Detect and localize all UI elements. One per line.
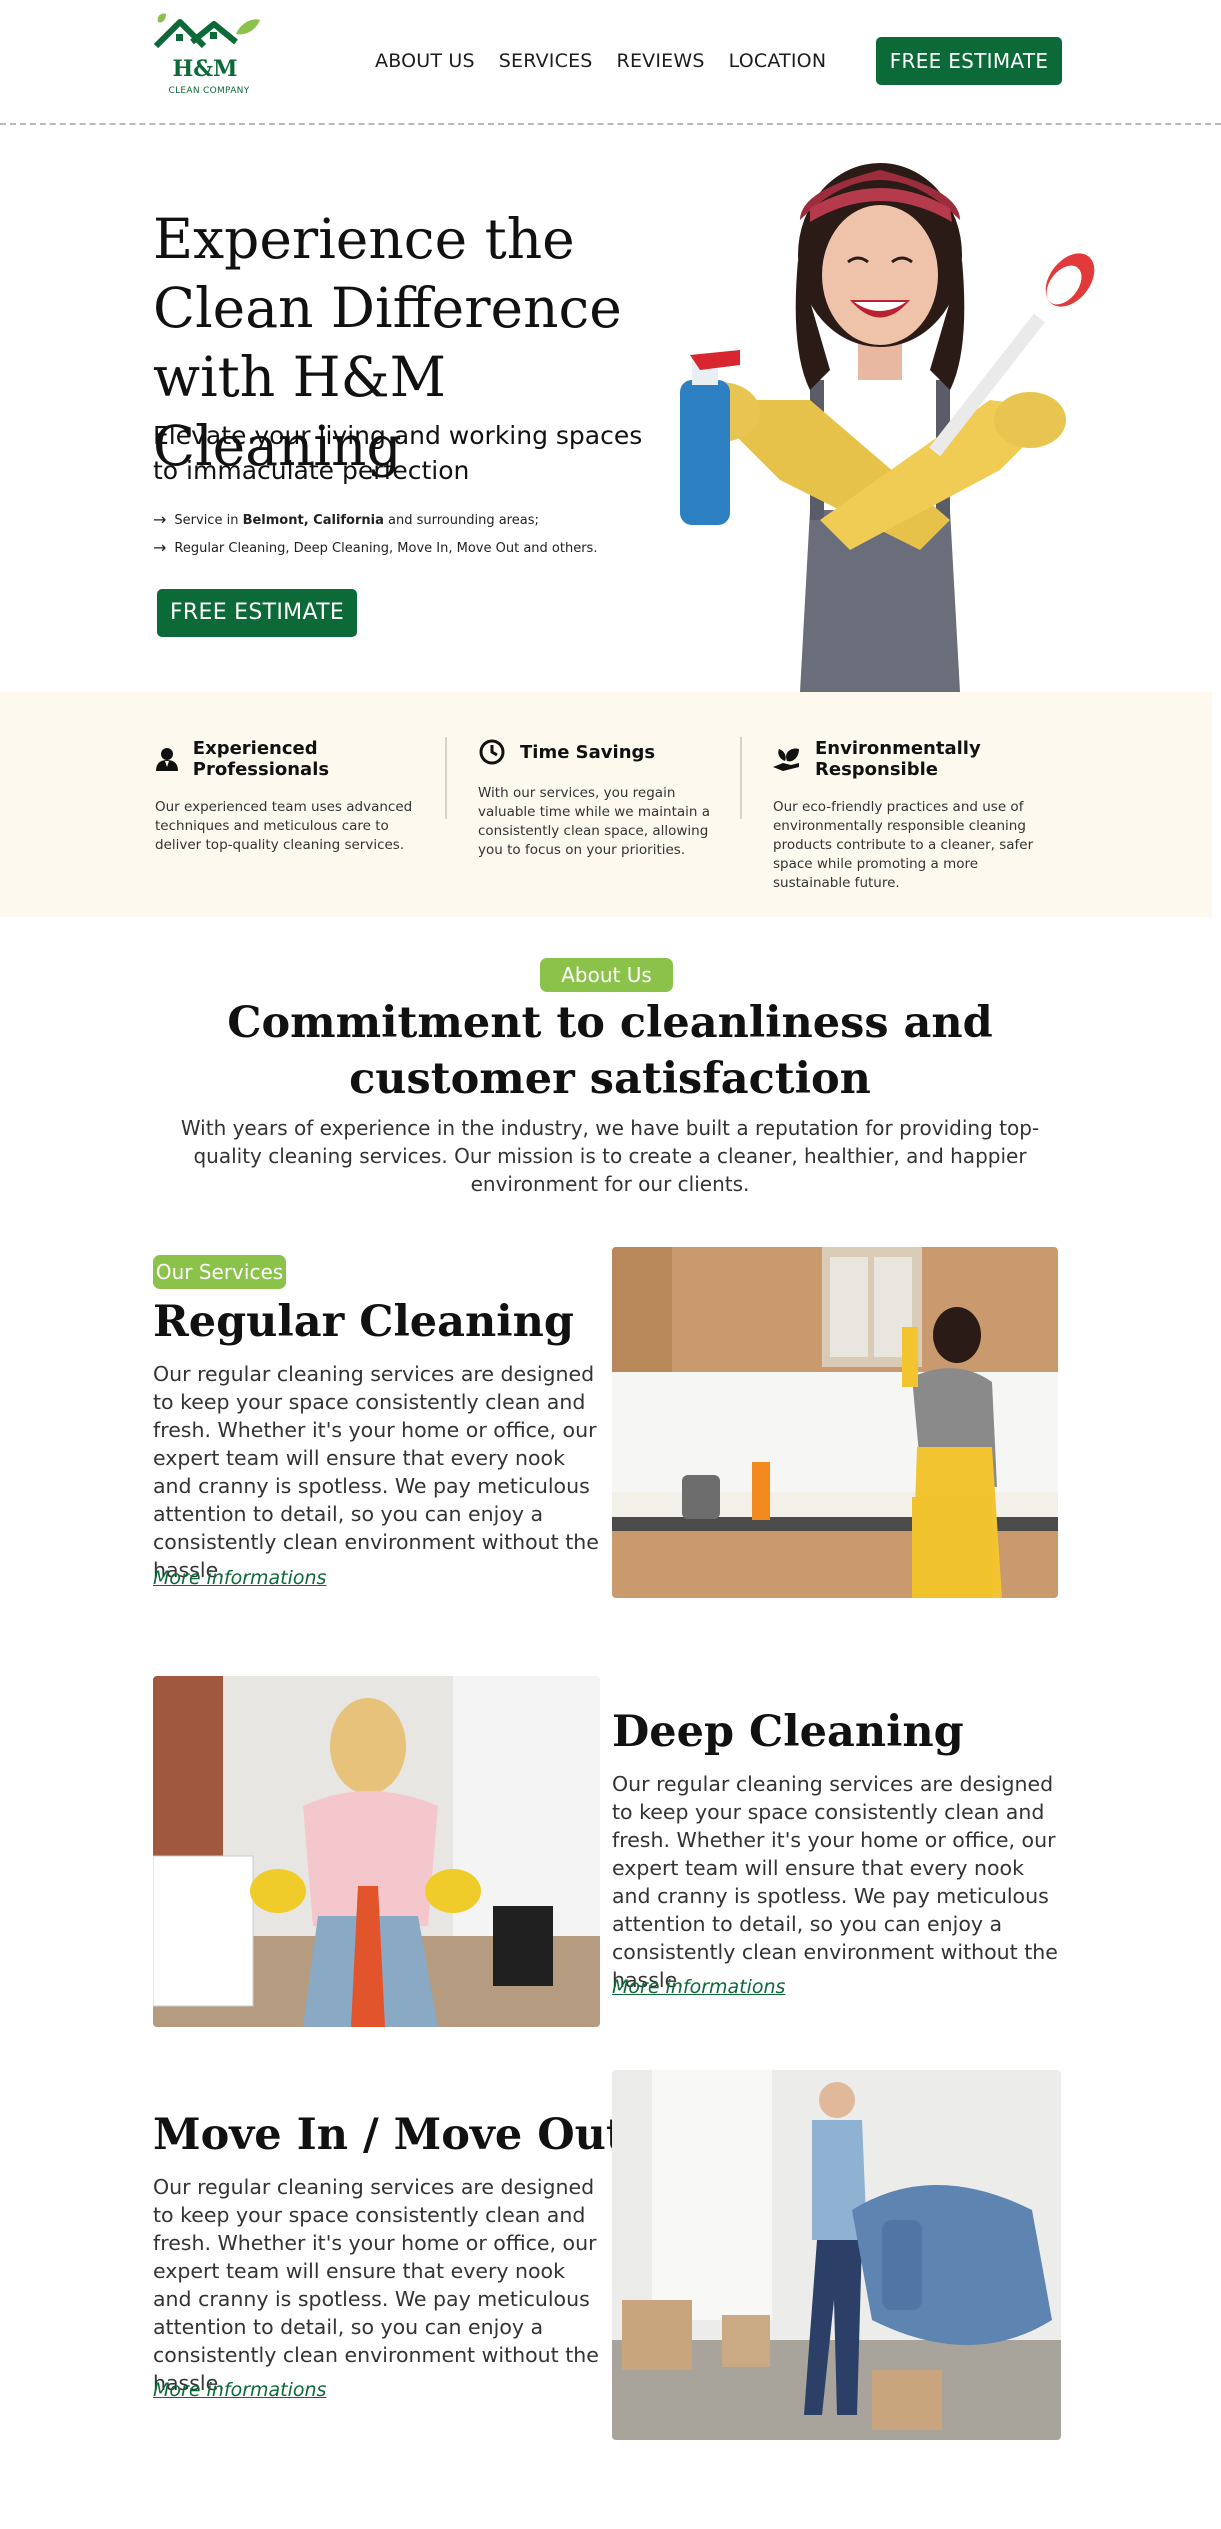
nav-services[interactable]: SERVICES	[499, 50, 593, 72]
hero-title-line: Experience the	[153, 207, 575, 271]
regular-cleaning-more-link[interactable]: More informations	[153, 1567, 326, 1589]
site-header: H&M CLEAN COMPANY ABOUT US SERVICES REVI…	[0, 0, 1221, 125]
hero-cleaner-image	[660, 150, 1100, 692]
house-roof-icon	[153, 13, 260, 49]
feature-text: Our experienced team uses advanced techn…	[155, 799, 413, 853]
main-nav: ABOUT US SERVICES REVIEWS LOCATION	[375, 50, 850, 72]
logo-text: H&M	[172, 56, 238, 82]
hero-bullet-services: → Regular Cleaning, Deep Cleaning, Move …	[153, 540, 597, 556]
logo-subtitle: CLEAN COMPANY	[168, 86, 250, 96]
arrow-right-icon: →	[153, 538, 167, 557]
feature-divider	[445, 737, 447, 819]
feature-text: Our eco-friendly practices and use of en…	[773, 799, 1034, 891]
deep-cleaning-more-link[interactable]: More informations	[612, 1976, 785, 1998]
about-title-line: Commitment to cleanliness and	[227, 998, 993, 1048]
bullet-text: Service in Belmont, California and surro…	[174, 512, 539, 528]
hero-bullet-location: → Service in Belmont, California and sur…	[153, 512, 539, 528]
regular-cleaning-title: Regular Cleaning	[153, 1297, 574, 1347]
features-band: Experienced Professionals Our experience…	[0, 692, 1212, 917]
arrow-right-icon: →	[153, 510, 167, 529]
feature-title: Time Savings	[520, 741, 656, 763]
our-services-pill: Our Services	[153, 1255, 286, 1289]
feature-time-savings: Time Savings With our services, you rega…	[478, 738, 718, 860]
hero-free-estimate-button[interactable]: FREE ESTIMATE	[157, 589, 357, 637]
feature-text: With our services, you regain valuable t…	[478, 785, 711, 858]
brand-logo[interactable]: H&M CLEAN COMPANY	[148, 12, 268, 102]
regular-cleaning-text: Our regular cleaning services are design…	[153, 1362, 599, 1582]
feature-title: Experienced Professionals	[192, 738, 330, 780]
about-title-line: customer satisfaction	[349, 1054, 871, 1104]
move-in-out-image	[612, 2070, 1061, 2440]
nav-about-us[interactable]: ABOUT US	[375, 50, 475, 72]
deep-cleaning-text: Our regular cleaning services are design…	[612, 1772, 1058, 1992]
clock-icon	[478, 738, 506, 766]
move-in-out-more-link[interactable]: More informations	[153, 2379, 326, 2401]
feature-experienced: Experienced Professionals Our experience…	[155, 738, 420, 855]
bullet-text: Regular Cleaning, Deep Cleaning, Move In…	[174, 540, 598, 556]
regular-cleaning-image	[612, 1247, 1058, 1598]
about-text: With years of experience in the industry…	[180, 1116, 1040, 1196]
feature-title: Environmentally Responsible	[815, 738, 981, 780]
move-in-out-title: Move In / Move Out	[153, 2110, 626, 2160]
header-free-estimate-button[interactable]: FREE ESTIMATE	[876, 37, 1062, 85]
deep-cleaning-image	[153, 1676, 600, 2027]
nav-location[interactable]: LOCATION	[729, 50, 827, 72]
feature-environmental: Environmentally Responsible Our eco-frie…	[773, 738, 1038, 893]
deep-cleaning-title: Deep Cleaning	[612, 1707, 964, 1757]
nav-reviews[interactable]: REVIEWS	[617, 50, 705, 72]
about-us-pill: About Us	[540, 958, 673, 992]
feature-divider	[740, 737, 742, 819]
hero-subtitle: Elevate your living and working spaces t…	[153, 421, 643, 485]
person-icon	[155, 745, 179, 773]
move-in-out-text: Our regular cleaning services are design…	[153, 2175, 599, 2395]
leaf-hand-icon	[773, 745, 801, 773]
header-divider	[0, 123, 1221, 125]
about-title: Commitment to cleanliness and customer s…	[160, 995, 1060, 1107]
hero-title-line: Clean Difference	[153, 276, 622, 340]
